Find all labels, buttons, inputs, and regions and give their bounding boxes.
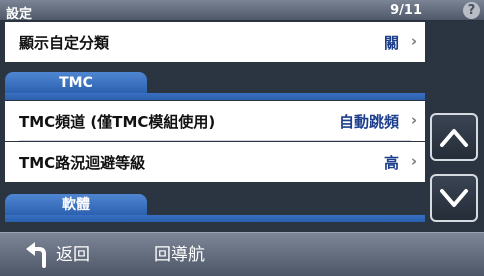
setting-value: 高: [383, 154, 399, 172]
setting-value: 自動跳頻: [338, 113, 399, 131]
help-icon[interactable]: ?: [463, 2, 480, 19]
back-label: 返回: [56, 245, 90, 265]
scroll-down-button[interactable]: [430, 174, 478, 222]
bottom-bar: 返回 回導航: [0, 232, 484, 276]
setting-show-custom-category[interactable]: 顯示自定分類 關 ›: [5, 22, 425, 62]
chevron-up-icon: [440, 129, 468, 147]
setting-label: TMC頻道 (僅TMC模組使用): [19, 113, 216, 131]
setting-tmc-avoid-level[interactable]: TMC路況迴避等級 高 ›: [5, 142, 425, 182]
setting-tmc-channel[interactable]: TMC頻道 (僅TMC模組使用) 自動跳頻 ›: [5, 101, 425, 141]
scroll-up-button[interactable]: [430, 113, 478, 161]
chevron-right-icon: ›: [410, 111, 417, 129]
chevron-right-icon: ›: [410, 32, 417, 50]
page-indicator: 9/11: [390, 3, 422, 18]
back-button[interactable]: 返回: [18, 233, 118, 276]
setting-value: 關: [383, 34, 399, 52]
section-band: [5, 215, 425, 222]
chevron-down-icon: [440, 189, 468, 207]
section-band: [5, 93, 425, 100]
settings-list: 顯示自定分類 關 › TMC TMC頻道 (僅TMC模組使用) 自動跳頻 › T…: [5, 22, 425, 230]
setting-label: TMC路況迴避等級: [19, 154, 146, 172]
chevron-right-icon: ›: [410, 152, 417, 170]
section-tab: 軟體: [5, 194, 147, 216]
section-tab: TMC: [5, 72, 147, 94]
title-bar: 設定 9/11 ?: [0, 0, 484, 22]
back-arrow-icon: [26, 242, 46, 268]
return-to-navigation-button[interactable]: 回導航: [154, 233, 244, 276]
page-title: 設定: [6, 7, 33, 22]
divider: [19, 140, 411, 141]
setting-label: 顯示自定分類: [19, 34, 110, 52]
